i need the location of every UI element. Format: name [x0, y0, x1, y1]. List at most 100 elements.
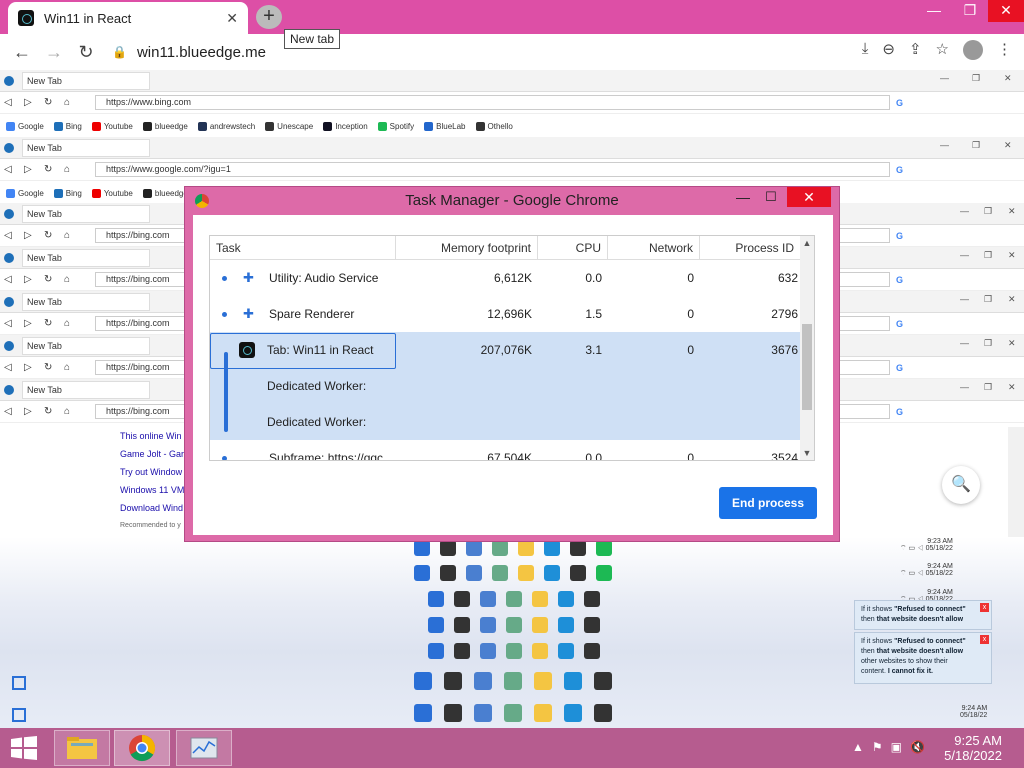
scroll-down-icon[interactable]: ▼	[800, 448, 814, 458]
browser-tab[interactable]: Win11 in React ✕	[8, 2, 248, 34]
bookmark-item[interactable]: blueedge	[142, 122, 188, 132]
taskbar-app-icon[interactable]	[414, 540, 430, 556]
reload-icon[interactable]: ↻	[44, 230, 64, 241]
taskbar-app-icon[interactable]	[454, 591, 470, 607]
reload-icon[interactable]: ↻	[44, 362, 64, 373]
taskbar-app-icon[interactable]	[558, 617, 574, 633]
close-icon[interactable]: ✕	[1004, 140, 1012, 151]
menu-kebab-icon[interactable]: ⋮	[997, 40, 1012, 60]
zoom-icon[interactable]: ⊖	[882, 40, 895, 60]
nested-tab[interactable]: New Tab	[22, 204, 150, 223]
taskbar-app-icon[interactable]	[532, 643, 548, 659]
taskbar-app-icon[interactable]	[558, 643, 574, 659]
restore-icon[interactable]: ❐	[984, 382, 992, 393]
restore-icon[interactable]: ❐	[972, 140, 980, 151]
col-pid[interactable]: Process ID	[700, 236, 800, 260]
taskbar-app-icon[interactable]	[534, 672, 552, 690]
taskbar-app-icon[interactable]	[544, 565, 560, 581]
taskbar-app-icon[interactable]	[480, 617, 496, 633]
back-icon[interactable]: ◁	[4, 362, 24, 373]
restore-icon[interactable]: ❐	[984, 338, 992, 349]
back-icon[interactable]: ◁	[4, 230, 24, 241]
task-manager-taskbar-button[interactable]	[176, 730, 232, 766]
taskbar-app-icon[interactable]	[570, 565, 586, 581]
minimize-window-button[interactable]: —	[916, 0, 952, 22]
taskbar-app-icon[interactable]	[596, 565, 612, 581]
back-icon[interactable]: ◁	[4, 97, 24, 108]
bookmark-item[interactable]: Othello	[475, 122, 513, 132]
result-link[interactable]: Windows 11 VM	[120, 481, 184, 499]
page-scrollbar[interactable]	[1008, 427, 1024, 537]
bookmark-item[interactable]: Bing	[53, 189, 82, 199]
taskbar-app-icon[interactable]	[544, 540, 560, 556]
forward-icon[interactable]: ▷	[24, 362, 44, 373]
taskbar-app-icon[interactable]	[584, 617, 600, 633]
action-center-flag-icon[interactable]: ⚑	[872, 740, 883, 754]
close-icon[interactable]: ✕	[1008, 382, 1016, 393]
col-network[interactable]: Network	[608, 236, 700, 260]
widgets-icon[interactable]	[12, 676, 26, 690]
bookmark-item[interactable]: blueedge	[142, 189, 188, 199]
google-icon[interactable]: G	[896, 275, 903, 285]
minimize-button[interactable]: —	[731, 189, 755, 205]
end-process-button[interactable]: End process	[719, 487, 817, 519]
nested-tab[interactable]: New Tab	[22, 380, 150, 399]
show-hidden-icons-icon[interactable]: ▲	[852, 740, 864, 754]
network-icon[interactable]: ▣	[891, 740, 902, 754]
col-memory[interactable]: Memory footprint	[396, 236, 538, 260]
result-link[interactable]: This online Win	[120, 427, 184, 445]
taskbar-clock[interactable]: 9:25 AM 5/18/2022	[944, 733, 1002, 763]
taskbar-app-icon[interactable]	[428, 591, 444, 607]
taskbar-app-icon[interactable]	[414, 672, 432, 690]
nested-tab[interactable]: New Tab	[22, 248, 150, 267]
nested-tab[interactable]: New Tab	[22, 138, 150, 157]
install-icon[interactable]: ⤓	[862, 40, 869, 60]
forward-icon[interactable]: ▷	[24, 274, 44, 285]
reload-icon[interactable]: ↻	[44, 164, 64, 175]
taskbar-app-icon[interactable]	[414, 565, 430, 581]
reload-icon[interactable]: ↻	[44, 97, 64, 108]
minimize-icon[interactable]: —	[960, 294, 969, 304]
close-icon[interactable]: ✕	[1008, 206, 1016, 217]
minimize-icon[interactable]: —	[960, 382, 969, 392]
search-fab-button[interactable]: 🔍	[942, 466, 980, 504]
taskbar-app-icon[interactable]	[534, 704, 552, 722]
taskbar-app-icon[interactable]	[440, 540, 456, 556]
google-icon[interactable]: G	[896, 231, 903, 241]
back-icon[interactable]: ◁	[4, 318, 24, 329]
taskbar-app-icon[interactable]	[444, 672, 462, 690]
forward-icon[interactable]: ▷	[24, 406, 44, 417]
bookmark-item[interactable]: Spotify	[377, 122, 414, 132]
col-task[interactable]: Task	[210, 236, 396, 260]
bookmark-item[interactable]: Google	[6, 122, 44, 132]
bookmark-item[interactable]: Youtube	[91, 189, 133, 199]
table-row-selected[interactable]: Dedicated Worker:	[210, 368, 800, 404]
forward-arrow-icon[interactable]: →	[38, 42, 70, 63]
taskbar-app-icon[interactable]	[564, 704, 582, 722]
close-button[interactable]: ✕	[787, 187, 831, 207]
table-row[interactable]: Subframe: https://qqc... 67,504K 0.0 0 3…	[210, 440, 800, 460]
taskbar-app-icon[interactable]	[414, 704, 432, 722]
taskbar-app-icon[interactable]	[564, 672, 582, 690]
forward-icon[interactable]: ▷	[24, 230, 44, 241]
nested-tab[interactable]: New Tab	[22, 292, 150, 311]
taskbar-app-icon[interactable]	[454, 643, 470, 659]
nested-url-input[interactable]: https://www.bing.com	[95, 95, 890, 110]
forward-icon[interactable]: ▷	[24, 318, 44, 329]
google-icon[interactable]: G	[896, 98, 903, 108]
home-icon[interactable]: ⌂	[64, 318, 84, 329]
taskbar-app-icon[interactable]	[480, 643, 496, 659]
close-tab-icon[interactable]: ✕	[226, 10, 238, 27]
reload-icon[interactable]: ↻	[70, 42, 102, 63]
taskbar-app-icon[interactable]	[532, 591, 548, 607]
forward-icon[interactable]: ▷	[24, 164, 44, 175]
taskbar-app-icon[interactable]	[474, 672, 492, 690]
bookmark-item[interactable]: andrewstech	[197, 122, 255, 132]
share-icon[interactable]: ⇪	[909, 40, 922, 60]
bookmark-star-icon[interactable]: ☆	[936, 40, 949, 60]
bookmark-item[interactable]: BlueLab	[424, 122, 466, 132]
forward-icon[interactable]: ▷	[24, 97, 44, 108]
reload-icon[interactable]: ↻	[44, 318, 64, 329]
restore-icon[interactable]: ❐	[972, 73, 980, 84]
bookmark-item[interactable]: Google	[6, 189, 44, 199]
